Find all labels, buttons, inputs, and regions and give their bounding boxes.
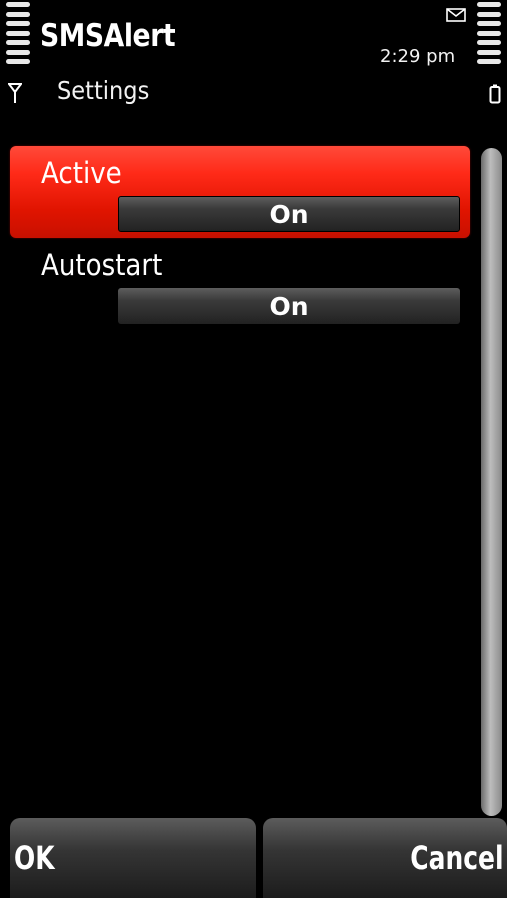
- setting-item-autostart[interactable]: Autostart On: [10, 238, 470, 330]
- ok-softkey-label: OK: [14, 839, 55, 877]
- antenna-icon: [8, 83, 22, 103]
- setting-label-autostart: Autostart: [41, 248, 163, 282]
- setting-item-active[interactable]: Active On: [10, 146, 470, 238]
- settings-list: Active On Autostart On: [10, 146, 472, 818]
- cancel-softkey-label: Cancel: [409, 839, 503, 877]
- envelope-icon: [446, 8, 466, 22]
- setting-value-active[interactable]: On: [118, 196, 460, 232]
- clock: 2:29 pm: [380, 46, 456, 67]
- cancel-softkey[interactable]: Cancel: [263, 818, 507, 898]
- battery-level-icon: [477, 2, 501, 64]
- signal-strength-icon: [6, 2, 30, 64]
- page-subtitle: Settings: [57, 76, 150, 105]
- ok-softkey[interactable]: OK: [10, 818, 256, 898]
- app-title: SMSAlert: [40, 18, 176, 54]
- status-bar: SMSAlert 2:29 pm Settings: [0, 0, 507, 118]
- battery-icon: [489, 84, 501, 104]
- setting-value-autostart[interactable]: On: [118, 288, 460, 324]
- scrollbar[interactable]: [481, 148, 502, 816]
- setting-label-active: Active: [41, 156, 122, 190]
